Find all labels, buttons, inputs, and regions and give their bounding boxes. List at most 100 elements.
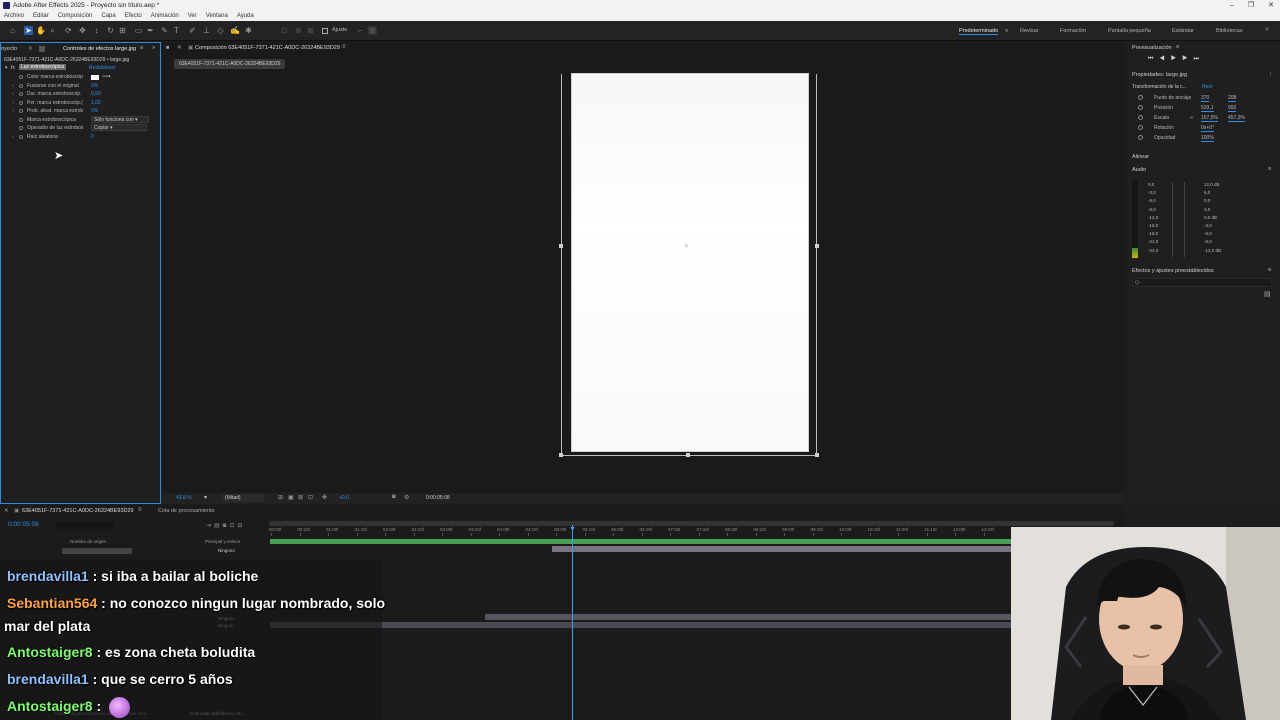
expand-triangle-icon[interactable]: › [12,134,14,140]
work-area-bar[interactable] [269,521,1114,526]
transform-value-x[interactable]: 370 [1201,95,1210,102]
resolution-dropdown[interactable]: (Mitad) [222,494,264,502]
expand-triangle-icon[interactable]: › [12,100,14,106]
effect-property-value[interactable]: 0% [91,108,98,114]
constrain-proportions-icon[interactable]: ∞ [1190,115,1194,121]
axis-view-icon[interactable]: ⊠ [306,26,315,35]
menu-item-archivo[interactable]: Archivo [4,11,24,21]
audio-slider-left[interactable] [1172,182,1173,257]
transform-value-x[interactable]: 100% [1201,135,1214,142]
disclosure-triangle-icon[interactable]: ▾ [5,65,8,71]
transform-handle-bottom-left[interactable] [559,453,563,457]
parent-dropdown[interactable]: Ninguno [218,548,235,553]
timeline-tab[interactable]: 63E4051F-7371-421C-A0DC-26324BE93D29 [22,508,134,514]
playback-controls[interactable]: ⏮◀▶▶⏭ [1148,56,1205,63]
transform-handle-left[interactable] [559,244,563,248]
transform-value-x[interactable]: 0x+0° [1201,125,1214,132]
mask-icon[interactable]: ▣ [288,494,294,501]
home-icon[interactable]: ⌂ [8,26,17,35]
pen-tool-icon-2[interactable]: ✎ [160,26,169,35]
layer-row-selected[interactable] [62,548,132,554]
region-of-interest-icon[interactable]: ⊡ [308,494,313,501]
project-tab[interactable]: oyecto [1,46,17,52]
effect-property-value[interactable]: 0% [91,83,98,89]
workspace-menu-icon[interactable]: ≡ [1005,28,1008,34]
text-tool-icon[interactable]: T [172,26,181,35]
workspace-tab-5[interactable]: Bibliotecas [1216,28,1243,34]
timeline-timecode[interactable]: 0:00:05:08 [8,521,39,528]
menu-item-composicion[interactable]: Composición [58,11,93,21]
pan-tool-icon[interactable]: ✥ [78,26,87,35]
effect-property-dropdown[interactable]: Sólo funciona con ▾ [91,115,149,123]
color-channels-icon[interactable]: ✤ [322,494,327,501]
playhead[interactable] [572,525,573,720]
panel-menu-icon-4[interactable]: ⋮ [1268,72,1274,78]
expand-triangle-icon[interactable]: › [12,83,14,89]
menu-item-ayuda[interactable]: Ayuda [237,11,254,21]
workspace-tab-3[interactable]: Pantalla pequeña [1108,28,1151,34]
workspace-tab-0[interactable]: Predeterminado [959,28,999,35]
current-time[interactable]: 0:00:05:08 [426,495,450,501]
stopwatch-icon[interactable] [1138,125,1143,130]
roto-brush-tool-icon[interactable]: ✍ [230,26,240,35]
effect-property-value[interactable]: 0 [91,134,94,140]
composition-tab[interactable]: Composición 63E4051F-7371-421C-A0DC-2632… [195,45,340,51]
orbit-tool-icon[interactable]: ⟳ [64,26,73,35]
effect-property-value[interactable]: 1,00 [91,100,101,106]
rotate-tool-icon[interactable]: ↻ [106,26,115,35]
panel-menu-icon-6[interactable]: ≡ [1268,267,1271,273]
strobe-color-swatch[interactable] [91,75,99,80]
eyedropper-icon[interactable]: ⟿ [102,73,111,80]
menu-item-ventana[interactable]: Ventana [206,11,228,21]
snapshot-icon[interactable]: ◙ [392,494,396,500]
panel-menu-icon-7[interactable]: ≡ [138,507,142,513]
layer-duration-bar[interactable] [270,539,1011,544]
expand-panel-icon[interactable]: » [152,45,155,51]
expand-triangle-icon[interactable]: › [12,108,14,114]
anchor-tool-icon[interactable]: ⊞ [118,26,127,35]
hand-tool-icon[interactable]: ✋ [36,26,46,35]
layer-bar-2[interactable] [485,614,1011,620]
selection-tool-icon[interactable]: ➤ [24,26,33,35]
minimize-icon[interactable]: – [1230,0,1234,11]
axis-local-icon[interactable]: ⊡ [280,26,289,35]
snap-grid-icon[interactable]: ⊞ [368,26,377,35]
workspace-tab-1[interactable]: Revisar [1020,28,1039,34]
zoom-dropdown-icon[interactable]: ▾ [204,494,207,501]
stopwatch-icon[interactable] [19,100,23,105]
layer-bar-selected[interactable] [552,546,1011,552]
snap-checkbox[interactable] [322,28,328,34]
transform-handle-bottom-right[interactable] [815,453,819,457]
rectangle-tool-icon[interactable]: ▭ [134,26,143,35]
render-queue-tab[interactable]: Cola de procesamiento [158,508,215,514]
zoom-tool-icon[interactable]: ⌕ [48,26,57,35]
stopwatch-icon[interactable] [1138,115,1143,120]
stopwatch-icon[interactable] [1138,135,1143,140]
effect-property-value[interactable]: 0,50 [91,91,101,97]
menu-item-capa[interactable]: Capa [101,11,115,21]
zoom-level[interactable]: 43,8 % [176,495,192,501]
axis-world-icon[interactable]: ⊕ [294,26,303,35]
transform-handle-right[interactable] [815,244,819,248]
effects-search-input[interactable] [1132,278,1272,287]
transform-value-y[interactable]: 457,3% [1228,115,1245,122]
transform-value-x[interactable]: 533,1 [1201,105,1214,112]
effect-name[interactable]: Luz estroboscópica [19,64,67,70]
stopwatch-icon[interactable] [1138,95,1143,100]
lock-icon-2[interactable]: ■ [166,45,169,51]
show-snapshot-icon[interactable]: ⚙ [404,494,409,501]
playhead-handle-icon[interactable]: ▼ [569,526,576,533]
puppet-tool-icon[interactable]: ✱ [244,26,253,35]
brush-tool-icon[interactable]: ✐ [188,26,197,35]
grid-icon[interactable]: ⊞ [278,494,283,501]
clone-stamp-tool-icon[interactable]: ⊥ [202,26,211,35]
stopwatch-icon[interactable] [19,134,23,139]
snap-edge-icon[interactable]: ⌐ [356,26,365,35]
timeline-switches[interactable]: ⇥▤◙⊡⊟ [206,522,245,529]
more-workspaces-icon[interactable]: » [1265,26,1269,33]
close-icon[interactable]: ✕ [1268,0,1274,11]
close-tab-icon-2[interactable]: ✕ [177,45,182,51]
timeline-search-input[interactable] [56,522,114,529]
dolly-tool-icon[interactable]: ↕ [92,26,101,35]
maximize-icon[interactable]: ❐ [1248,0,1254,11]
